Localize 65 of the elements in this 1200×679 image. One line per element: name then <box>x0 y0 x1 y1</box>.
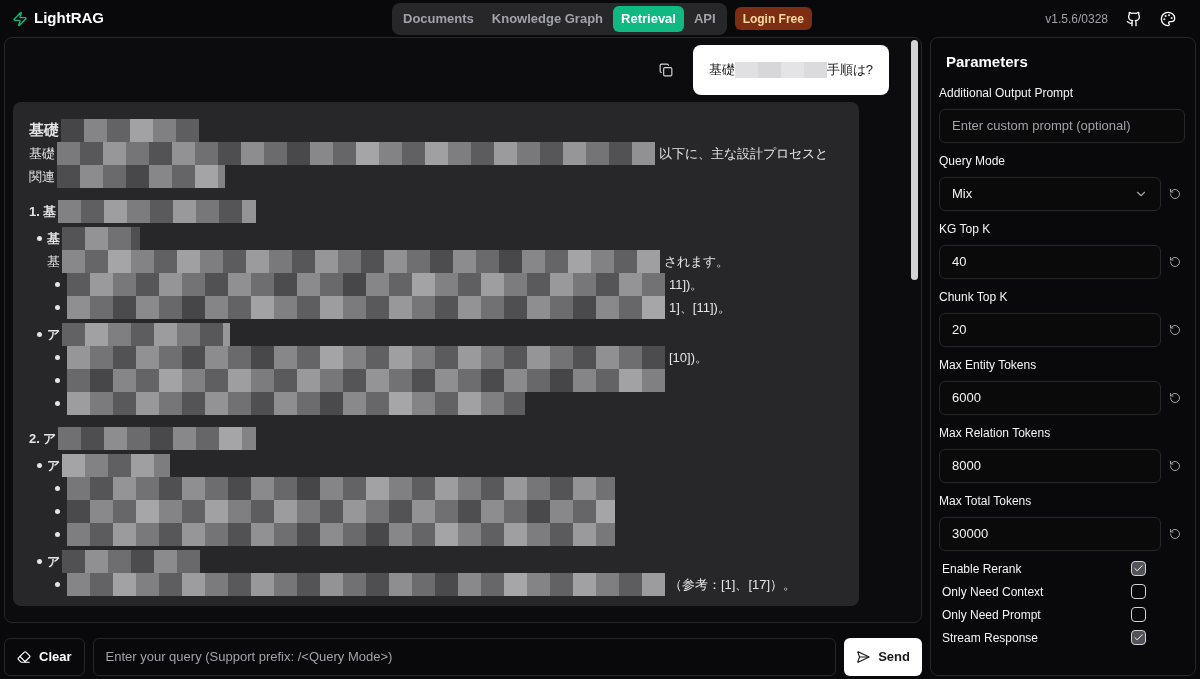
checkbox-label: Stream Response <box>942 629 1039 647</box>
send-button[interactable]: Send <box>844 638 922 676</box>
number-input[interactable]: 20 <box>939 312 1161 347</box>
answer-text: 以下に、主な設計プロセスと <box>659 144 828 163</box>
login-free-badge: Login Free <box>734 7 812 30</box>
nav-tab[interactable]: API <box>685 5 724 32</box>
scrollbar[interactable] <box>911 40 918 280</box>
answer-text: [10])。 <box>669 348 708 367</box>
check-icon <box>1133 563 1144 574</box>
number-input[interactable]: 8000 <box>939 448 1161 483</box>
field-label: Chunk Top K <box>939 288 1009 306</box>
answer-text: 2. ア <box>29 429 57 448</box>
nav-tab[interactable]: Documents <box>395 5 482 32</box>
question-text: 基礎 <box>708 61 735 80</box>
copy-icon[interactable] <box>658 63 673 77</box>
clear-button[interactable]: Clear <box>4 638 85 676</box>
checkbox-label: Only Need Prompt <box>942 606 1041 624</box>
github-icon[interactable] <box>1126 10 1142 27</box>
question-text: 手順は? <box>826 61 873 80</box>
answer-text: 1. 基 <box>29 202 57 221</box>
checkbox[interactable] <box>1131 607 1146 622</box>
nav-tab[interactable]: Knowledge Graph <box>483 5 612 32</box>
version-text: v1.5.6/0328 <box>1045 10 1108 28</box>
checkbox[interactable] <box>1131 561 1146 576</box>
checkbox[interactable] <box>1131 630 1146 645</box>
answer-text: ア <box>47 456 60 475</box>
number-input[interactable]: 40 <box>939 244 1161 279</box>
answer-text: 基 <box>47 252 60 271</box>
answer-text: 11])。 <box>669 275 704 294</box>
panel-title: Parameters <box>945 52 1029 72</box>
field-label: Additional Output Prompt <box>939 84 1075 102</box>
reset-icon[interactable] <box>1169 391 1181 404</box>
answer-text: ア <box>47 325 60 344</box>
answer-text: 基礎 <box>29 144 55 163</box>
answer-text: されます。 <box>664 252 729 271</box>
field-label: Query Mode <box>939 152 1007 170</box>
send-icon <box>856 650 871 664</box>
query-input[interactable]: Enter your query (Support prefix: /<Query Mode>) <box>92 638 837 676</box>
checkbox[interactable] <box>1131 584 1146 599</box>
reset-icon[interactable] <box>1169 459 1181 472</box>
answer-text: 基 <box>47 229 60 248</box>
checkbox-label: Only Need Context <box>942 583 1044 601</box>
query-mode-select[interactable]: Mix <box>939 176 1161 211</box>
number-input[interactable]: 6000 <box>939 380 1161 415</box>
field-label: Max Total Tokens <box>939 492 1033 510</box>
answer-text: （参考：[1]、[17]）。 <box>669 575 797 594</box>
answer-text: 基礎 <box>29 120 59 141</box>
lightning-icon <box>12 10 28 27</box>
app-logo[interactable]: LightRAG <box>34 7 104 30</box>
reset-icon[interactable] <box>1169 187 1181 200</box>
answer-text: 1]、[11])。 <box>669 298 731 317</box>
reset-icon[interactable] <box>1169 255 1181 268</box>
answer-text: ア <box>47 552 60 571</box>
checkbox-label: Enable Rerank <box>942 560 1022 578</box>
answer-text: 関連 <box>29 167 55 186</box>
field-label: Max Relation Tokens <box>939 424 1052 442</box>
number-input[interactable]: 30000 <box>939 516 1161 551</box>
field-label: Max Entity Tokens <box>939 356 1038 374</box>
palette-icon[interactable] <box>1160 10 1176 27</box>
field-label: KG Top K <box>939 220 992 238</box>
reset-icon[interactable] <box>1169 323 1181 336</box>
check-icon <box>1133 632 1144 643</box>
reset-icon[interactable] <box>1169 527 1181 540</box>
prompt-input[interactable]: Enter custom prompt (optional) <box>939 108 1185 143</box>
eraser-icon <box>17 650 31 664</box>
